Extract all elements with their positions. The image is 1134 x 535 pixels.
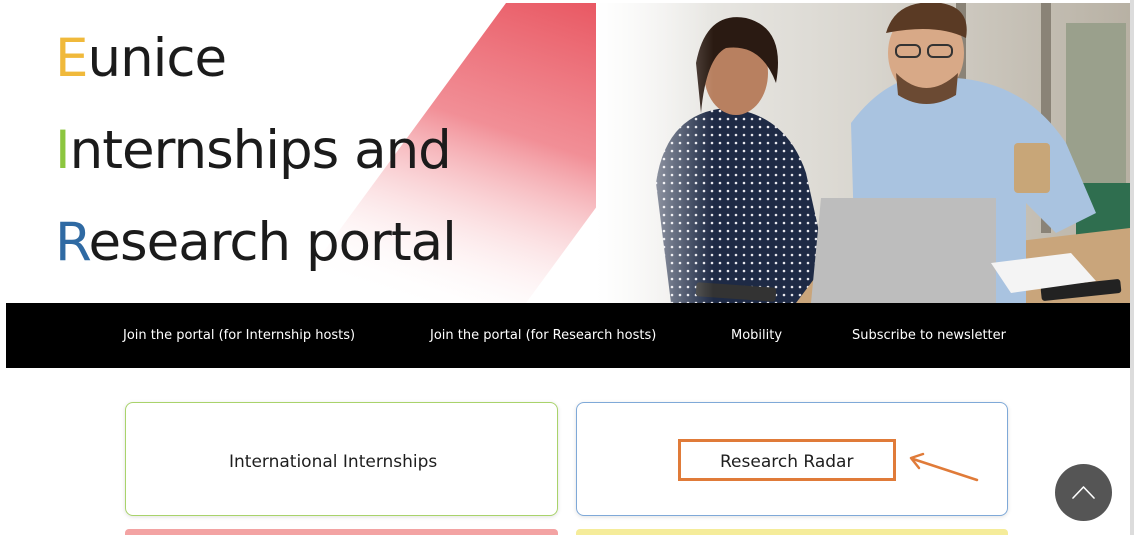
main-navigation: Join the portal (for Internship hosts) J… <box>6 303 1130 368</box>
next-card-strip-red <box>125 529 558 535</box>
people-at-laptop-photo <box>596 3 1130 303</box>
portal-title: Eunice Internships and Research portal <box>55 13 457 289</box>
nav-mobility[interactable]: Mobility <box>731 303 782 368</box>
hero-photo <box>596 3 1130 303</box>
page: Eunice Internships and Research portal J… <box>0 0 1134 535</box>
international-internships-card[interactable]: International Internships <box>125 402 558 516</box>
nav-join-internship-hosts[interactable]: Join the portal (for Internship hosts) <box>123 303 355 368</box>
nav-join-research-hosts[interactable]: Join the portal (for Research hosts) <box>430 303 656 368</box>
scroll-to-top-button[interactable] <box>1055 464 1112 521</box>
page-scrollbar[interactable] <box>1130 0 1134 535</box>
highlight-box <box>678 439 896 481</box>
title-line-2: Internships and <box>55 105 456 197</box>
arrow-icon <box>909 452 979 482</box>
chevron-up-icon <box>1072 486 1095 499</box>
next-card-strip-yellow <box>576 529 1008 535</box>
title-rest-3: esearch portal <box>88 212 456 273</box>
title-initial-e: E <box>55 28 88 89</box>
title-line-3: Research portal <box>55 197 457 289</box>
title-initial-r: R <box>55 212 89 273</box>
title-rest-2: nternships and <box>69 120 452 181</box>
international-internships-label: International Internships <box>229 452 438 472</box>
title-rest-1: unice <box>87 28 228 89</box>
title-initial-i: I <box>55 120 71 181</box>
nav-subscribe-newsletter[interactable]: Subscribe to newsletter <box>852 303 1006 368</box>
hero-banner: Eunice Internships and Research portal <box>6 3 1130 303</box>
title-line-1: Eunice <box>55 13 456 105</box>
